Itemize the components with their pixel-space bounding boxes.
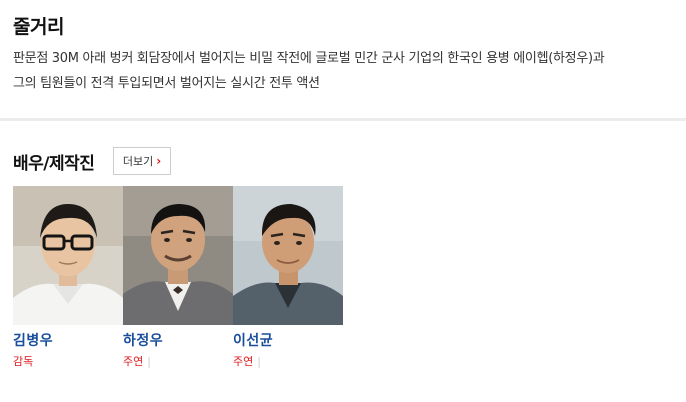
cast-item: 김병우 감독 — [13, 186, 123, 369]
cast-name[interactable]: 하정우 — [123, 330, 233, 350]
cast-role-label: 주연 — [233, 355, 254, 368]
cast-name[interactable]: 김병우 — [13, 330, 123, 350]
cast-role-label: 감독 — [13, 355, 34, 368]
role-separator: | — [257, 355, 261, 368]
cast-photo[interactable] — [233, 186, 343, 325]
chevron-right-icon: › — [156, 154, 162, 168]
cast-heading: 배우/제작진 — [13, 154, 95, 174]
cast-item: 이선균 주연 | — [233, 186, 343, 369]
cast-role: 감독 — [13, 353, 123, 369]
cast-role: 주연 | — [233, 353, 343, 369]
cast-role: 주연 | — [123, 353, 233, 369]
cast-name[interactable]: 이선균 — [233, 330, 343, 350]
cast-list: 김병우 감독 하정우 주연 | 이선균 주연 | — [13, 186, 343, 369]
role-separator: | — [147, 355, 151, 368]
section-divider — [0, 118, 686, 121]
cast-role-label: 주연 — [123, 355, 144, 368]
synopsis-text: 판문점 30M 아래 벙커 회담장에서 벌어지는 비밀 작전에 글로벌 민간 군… — [13, 46, 678, 96]
synopsis-line: 그의 팀원들이 전격 투입되면서 벌어지는 실시간 전투 액션 — [13, 76, 320, 91]
more-button[interactable]: 더보기 › — [113, 147, 171, 175]
cast-photo[interactable] — [13, 186, 123, 325]
synopsis-heading: 줄거리 — [13, 16, 64, 38]
synopsis-line: 판문점 30M 아래 벙커 회담장에서 벌어지는 비밀 작전에 글로벌 민간 군… — [13, 51, 605, 66]
more-button-label: 더보기 — [122, 155, 154, 168]
cast-photo[interactable] — [123, 186, 233, 325]
cast-item: 하정우 주연 | — [123, 186, 233, 369]
